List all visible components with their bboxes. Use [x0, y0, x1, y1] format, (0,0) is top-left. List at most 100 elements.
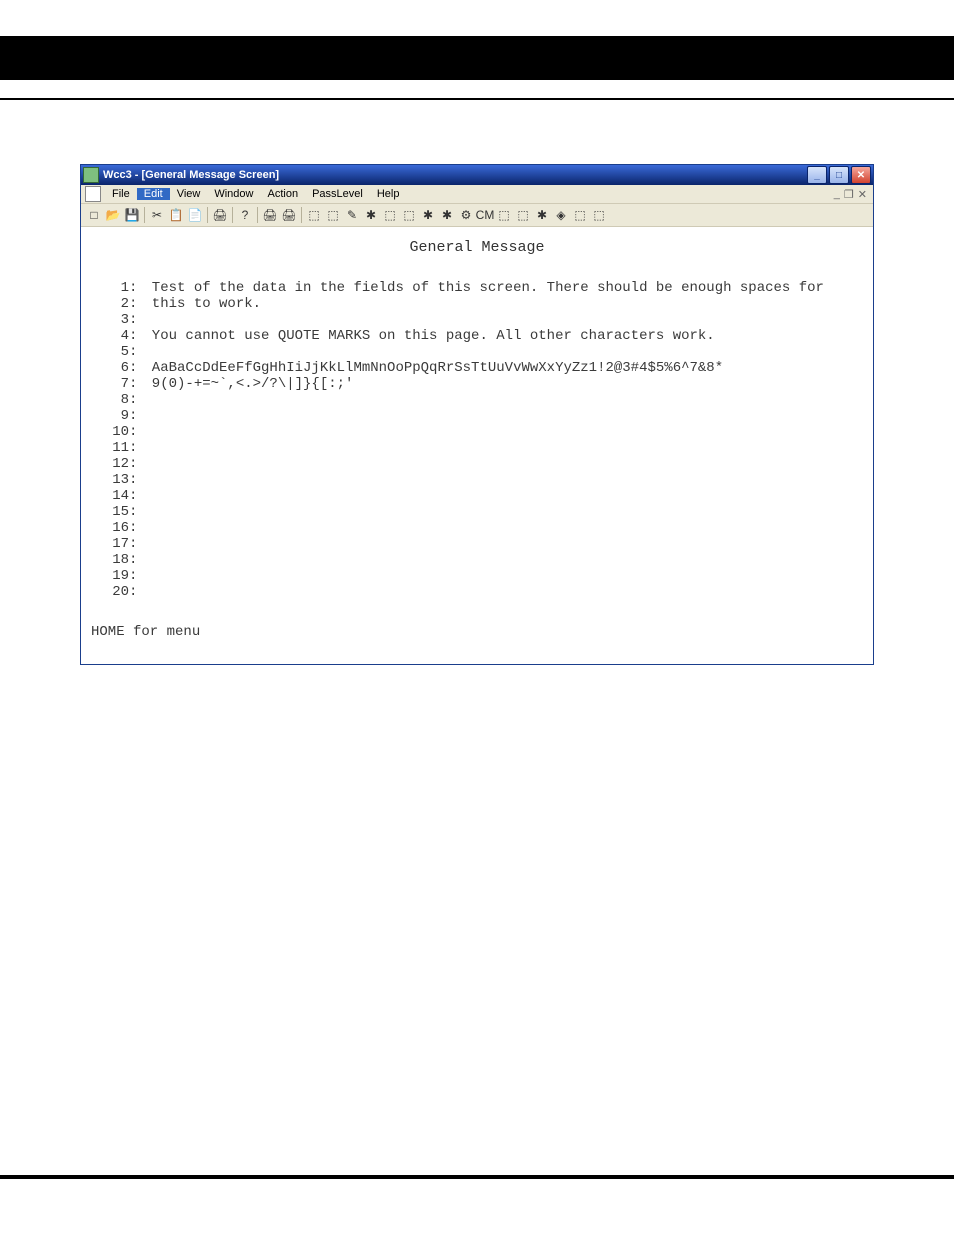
toolbar-icon[interactable]: CM — [476, 206, 494, 224]
toolbar-icon[interactable]: ◈ — [552, 206, 570, 224]
maximize-button[interactable]: □ — [829, 166, 849, 184]
message-line[interactable]: 20: — [91, 584, 863, 600]
message-line[interactable]: 10: — [91, 424, 863, 440]
toolbar-icon[interactable]: □ — [85, 206, 103, 224]
message-line[interactable]: 13: — [91, 472, 863, 488]
line-number: 16 — [91, 520, 129, 536]
line-number: 2 — [91, 296, 129, 312]
menu-help[interactable]: Help — [370, 188, 407, 200]
toolbar-icon[interactable]: 💾 — [123, 206, 141, 224]
menu-view[interactable]: View — [170, 188, 208, 200]
toolbar-icon[interactable]: 📄 — [186, 206, 204, 224]
message-line[interactable]: 12: — [91, 456, 863, 472]
message-line[interactable]: 9: — [91, 408, 863, 424]
menu-window[interactable]: Window — [207, 188, 260, 200]
menu-passlevel[interactable]: PassLevel — [305, 188, 370, 200]
line-colon: : — [129, 408, 143, 424]
toolbar-icon[interactable]: ⬚ — [305, 206, 323, 224]
mdi-restore-button[interactable]: ❐ — [844, 188, 854, 201]
toolbar-icon[interactable]: 🖨 — [211, 206, 229, 224]
line-number: 11 — [91, 440, 129, 456]
line-text[interactable] — [143, 344, 863, 360]
menu-file[interactable]: File — [105, 188, 137, 200]
line-text[interactable] — [143, 520, 863, 536]
line-text[interactable] — [143, 392, 863, 408]
mdi-close-button[interactable]: ✕ — [858, 188, 867, 201]
message-line[interactable]: 5: — [91, 344, 863, 360]
toolbar-icon[interactable]: ⬚ — [495, 206, 513, 224]
line-number: 5 — [91, 344, 129, 360]
toolbar-icon[interactable]: 🖨 — [261, 206, 279, 224]
line-colon: : — [129, 376, 143, 392]
line-text[interactable] — [143, 312, 863, 328]
message-line[interactable]: 1: Test of the data in the fields of thi… — [91, 280, 863, 296]
toolbar-icon[interactable]: ✱ — [533, 206, 551, 224]
line-text[interactable] — [143, 552, 863, 568]
line-text[interactable]: Test of the data in the fields of this s… — [143, 280, 863, 296]
toolbar-icon[interactable]: ✂ — [148, 206, 166, 224]
message-line[interactable]: 19: — [91, 568, 863, 584]
line-text[interactable] — [143, 424, 863, 440]
message-line[interactable]: 17: — [91, 536, 863, 552]
toolbar-icon[interactable]: ✱ — [362, 206, 380, 224]
line-number: 20 — [91, 584, 129, 600]
toolbar-icon[interactable]: ✎ — [343, 206, 361, 224]
message-line[interactable]: 3: — [91, 312, 863, 328]
line-text[interactable] — [143, 568, 863, 584]
titlebar[interactable]: Wcc3 - [General Message Screen] _ □ ✕ — [81, 165, 873, 185]
mdi-doc-icon[interactable] — [85, 186, 101, 202]
toolbar-icon[interactable]: ⬚ — [324, 206, 342, 224]
toolbar-icon[interactable]: ⬚ — [381, 206, 399, 224]
line-text[interactable] — [143, 456, 863, 472]
toolbar-icon[interactable]: ⬚ — [400, 206, 418, 224]
toolbar-icon[interactable]: ✱ — [419, 206, 437, 224]
message-line[interactable]: 11: — [91, 440, 863, 456]
message-line[interactable]: 7: 9(0)-+=~`,<.>/?\|]}{[:;' — [91, 376, 863, 392]
message-line[interactable]: 8: — [91, 392, 863, 408]
line-text[interactable] — [143, 488, 863, 504]
line-colon: : — [129, 552, 143, 568]
toolbar-icon[interactable]: ? — [236, 206, 254, 224]
toolbar-icon[interactable]: ⚙ — [457, 206, 475, 224]
line-number: 10 — [91, 424, 129, 440]
line-text[interactable] — [143, 440, 863, 456]
message-line[interactable]: 15: — [91, 504, 863, 520]
line-text[interactable] — [143, 472, 863, 488]
toolbar-icon[interactable]: 📋 — [167, 206, 185, 224]
line-colon: : — [129, 536, 143, 552]
menu-edit[interactable]: Edit — [137, 188, 170, 200]
close-button[interactable]: ✕ — [851, 166, 871, 184]
app-icon — [83, 167, 99, 183]
toolbar-icon[interactable]: 📂 — [104, 206, 122, 224]
menu-action[interactable]: Action — [260, 188, 305, 200]
menu-bar: File Edit View Window Action PassLevel H… — [81, 185, 873, 204]
line-text[interactable]: this to work. — [143, 296, 863, 312]
line-text[interactable] — [143, 584, 863, 600]
message-line[interactable]: 18: — [91, 552, 863, 568]
message-line[interactable]: 4: You cannot use QUOTE MARKS on this pa… — [91, 328, 863, 344]
line-text[interactable]: 9(0)-+=~`,<.>/?\|]}{[:;' — [143, 376, 863, 392]
line-number: 1 — [91, 280, 129, 296]
line-text[interactable]: AaBaCcDdEeFfGgHhIiJjKkLlMmNnOoPpQqRrSsTt… — [143, 360, 863, 376]
line-number: 8 — [91, 392, 129, 408]
line-text[interactable]: You cannot use QUOTE MARKS on this page.… — [143, 328, 863, 344]
message-line[interactable]: 2: this to work. — [91, 296, 863, 312]
line-colon: : — [129, 440, 143, 456]
minimize-button[interactable]: _ — [807, 166, 827, 184]
window-title: Wcc3 - [General Message Screen] — [103, 169, 807, 181]
toolbar-icon[interactable]: ✱ — [438, 206, 456, 224]
message-line[interactable]: 14: — [91, 488, 863, 504]
line-text[interactable] — [143, 536, 863, 552]
toolbar-icon[interactable]: 🖨 — [280, 206, 298, 224]
line-text[interactable] — [143, 504, 863, 520]
message-line[interactable]: 16: — [91, 520, 863, 536]
line-number: 19 — [91, 568, 129, 584]
message-line[interactable]: 6: AaBaCcDdEeFfGgHhIiJjKkLlMmNnOoPpQqRrS… — [91, 360, 863, 376]
line-colon: : — [129, 520, 143, 536]
mdi-minimize-button[interactable]: _ — [834, 188, 840, 200]
toolbar-icon[interactable]: ⬚ — [514, 206, 532, 224]
toolbar-icon[interactable]: ⬚ — [571, 206, 589, 224]
line-number: 13 — [91, 472, 129, 488]
line-text[interactable] — [143, 408, 863, 424]
toolbar-icon[interactable]: ⬚ — [590, 206, 608, 224]
